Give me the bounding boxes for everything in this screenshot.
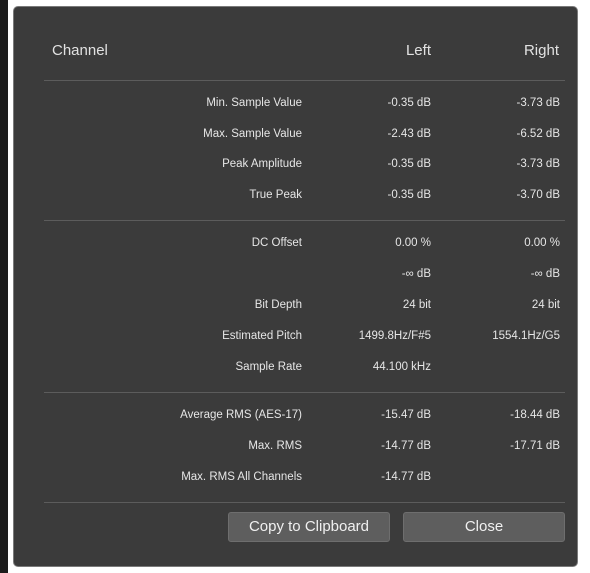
stat-value-right: -3.70 dB xyxy=(516,189,560,201)
stat-value-right: -17.71 dB xyxy=(510,440,560,452)
stat-label: Peak Amplitude xyxy=(222,158,302,170)
stat-row-sample-rate: Sample Rate 44.100 kHz xyxy=(14,358,579,376)
separator xyxy=(44,502,565,503)
stat-value-left: -∞ dB xyxy=(401,268,431,280)
stat-label: Estimated Pitch xyxy=(222,330,302,342)
close-button[interactable]: Close xyxy=(403,512,565,542)
stat-value-left: -14.77 dB xyxy=(381,471,431,483)
separator xyxy=(44,392,565,393)
stat-row-average-rms: Average RMS (AES-17) -15.47 dB -18.44 dB xyxy=(14,406,579,424)
stat-row-dc-offset-db: -∞ dB -∞ dB xyxy=(14,265,579,283)
stat-row-min-sample-value: Min. Sample Value -0.35 dB -3.73 dB xyxy=(14,94,579,112)
stat-value-left: 24 bit xyxy=(402,299,431,311)
separator xyxy=(44,80,565,81)
stat-label: Max. RMS All Channels xyxy=(181,471,302,483)
stat-value-left: -0.35 dB xyxy=(387,158,431,170)
stat-label: Bit Depth xyxy=(254,299,302,311)
stat-label: True Peak xyxy=(249,189,302,201)
stat-label: Min. Sample Value xyxy=(206,97,302,109)
statistics-dialog: Channel Left Right Min. Sample Value -0.… xyxy=(13,6,578,567)
stat-value-right: 24 bit xyxy=(531,299,560,311)
stat-row-max-sample-value: Max. Sample Value -2.43 dB -6.52 dB xyxy=(14,125,579,143)
stat-label: Max. Sample Value xyxy=(203,128,302,140)
window-left-edge xyxy=(0,0,8,573)
stat-value-right: -6.52 dB xyxy=(516,128,560,140)
stat-value-left: 0.00 % xyxy=(395,237,431,249)
stat-row-dc-offset: DC Offset 0.00 % 0.00 % xyxy=(14,234,579,252)
stat-value-left: 44.100 kHz xyxy=(372,361,431,373)
header-channel: Channel xyxy=(52,42,108,59)
stat-label: DC Offset xyxy=(251,237,302,249)
stat-value-left: 1499.8Hz/F#5 xyxy=(358,330,431,342)
stat-label: Max. RMS xyxy=(248,440,302,452)
stat-label: Average RMS (AES-17) xyxy=(180,409,302,421)
window-background: Channel Left Right Min. Sample Value -0.… xyxy=(0,0,590,573)
stat-value-right: -∞ dB xyxy=(530,268,560,280)
stat-row-peak-amplitude: Peak Amplitude -0.35 dB -3.73 dB xyxy=(14,155,579,173)
stat-value-left: -14.77 dB xyxy=(381,440,431,452)
stat-value-right: -18.44 dB xyxy=(510,409,560,421)
column-header: Channel Left Right xyxy=(14,7,579,77)
stat-row-estimated-pitch: Estimated Pitch 1499.8Hz/F#5 1554.1Hz/G5 xyxy=(14,327,579,345)
stat-row-bit-depth: Bit Depth 24 bit 24 bit xyxy=(14,296,579,314)
stat-row-max-rms-all-channels: Max. RMS All Channels -14.77 dB xyxy=(14,468,579,486)
stat-row-true-peak: True Peak -0.35 dB -3.70 dB xyxy=(14,186,579,204)
stat-label: Sample Rate xyxy=(235,361,302,373)
stat-value-left: -15.47 dB xyxy=(381,409,431,421)
copy-to-clipboard-button[interactable]: Copy to Clipboard xyxy=(228,512,390,542)
stat-value-left: -0.35 dB xyxy=(387,97,431,109)
header-right: Right xyxy=(523,42,559,59)
header-left: Left xyxy=(405,42,431,59)
stat-value-left: -0.35 dB xyxy=(387,189,431,201)
stat-row-max-rms: Max. RMS -14.77 dB -17.71 dB xyxy=(14,437,579,455)
stat-value-right: 1554.1Hz/G5 xyxy=(492,330,560,342)
stat-value-right: -3.73 dB xyxy=(516,97,560,109)
stat-value-right: -3.73 dB xyxy=(516,158,560,170)
stat-value-right: 0.00 % xyxy=(524,237,560,249)
stat-value-left: -2.43 dB xyxy=(387,128,431,140)
separator xyxy=(44,220,565,221)
